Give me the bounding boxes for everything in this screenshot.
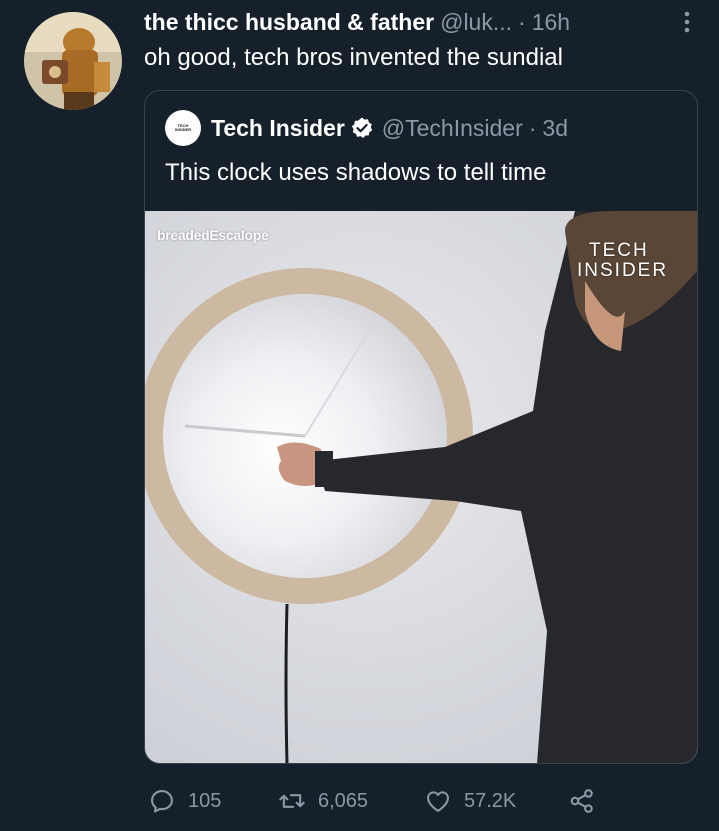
separator-dot: · — [518, 8, 526, 35]
tweet-text: oh good, tech bros invented the sundial — [144, 44, 563, 71]
avatar-image — [24, 12, 122, 110]
tweet-header: the thicc husband & father @luk... · 16h — [144, 4, 699, 40]
quoted-separator-dot: · — [528, 114, 537, 141]
quoted-handle[interactable]: @TechInsider — [382, 115, 523, 142]
media-brand-line-1: TECH — [589, 240, 649, 261]
quoted-tweet[interactable]: TECH INSIDER Tech Insider @TechInsider ·… — [144, 90, 698, 764]
user-handle[interactable]: @luk... — [440, 9, 512, 36]
video-frame — [145, 211, 697, 763]
quoted-avatar[interactable]: TECH INSIDER — [165, 110, 201, 146]
like-icon — [427, 791, 449, 812]
share-icon — [570, 789, 593, 813]
more-icon[interactable] — [675, 10, 699, 34]
reply-icon — [151, 790, 173, 813]
verified-icon — [351, 117, 372, 138]
reply-button[interactable]: 105 — [148, 787, 278, 815]
quoted-time[interactable]: 3d — [542, 115, 568, 142]
quoted-avatar-text-2: INSIDER — [174, 127, 192, 132]
media-watermark: breadedEscalope — [157, 227, 269, 243]
media-brand: TECH INSIDER — [577, 241, 668, 281]
retweet-icon — [279, 794, 305, 808]
tweet-time[interactable]: 16h — [532, 9, 570, 36]
quoted-display-name[interactable]: Tech Insider — [211, 115, 345, 142]
media-brand-line-2: INSIDER — [577, 260, 669, 281]
tweet-actions: 105 6,065 57.2K — [148, 784, 699, 818]
retweet-count: 6,065 — [318, 789, 369, 812]
like-count: 57.2K — [464, 789, 517, 812]
quoted-tweet-text: This clock uses shadows to tell time — [165, 159, 547, 186]
display-name[interactable]: the thicc husband & father — [144, 9, 434, 36]
share-button[interactable] — [568, 787, 608, 815]
reply-count: 105 — [188, 789, 222, 812]
quoted-media-video[interactable]: breadedEscalope TECH INSIDER — [145, 211, 697, 763]
retweet-button[interactable]: 6,065 — [278, 787, 424, 815]
quoted-tweet-header: TECH INSIDER Tech Insider @TechInsider ·… — [165, 110, 687, 146]
like-button[interactable]: 57.2K — [424, 787, 568, 815]
avatar[interactable] — [24, 12, 122, 110]
